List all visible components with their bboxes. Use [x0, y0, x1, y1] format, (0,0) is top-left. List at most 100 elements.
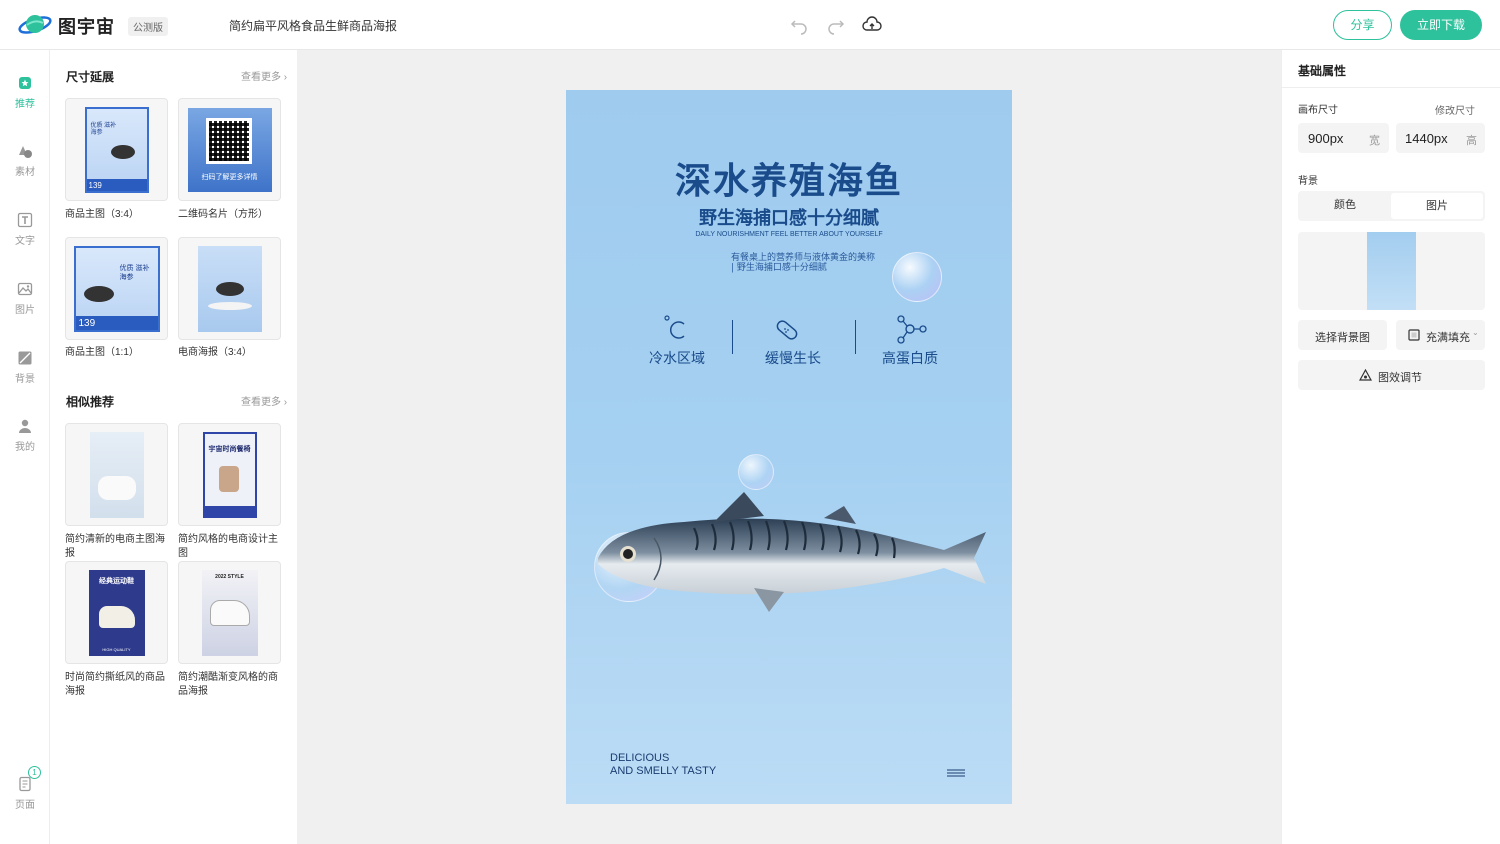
recommend-icon [19, 77, 31, 89]
nav-label: 推荐 [15, 99, 35, 110]
modify-size-link[interactable]: 修改尺寸 [1435, 102, 1475, 117]
pillow-image [97, 475, 136, 500]
bubble-decoration [738, 454, 774, 490]
top-bar: 图宇宙 公测版 简约扁平风格食品生鲜商品海报 分享 立即下载 [0, 0, 1500, 50]
logo-icon[interactable] [18, 12, 52, 38]
effect-adjust-button[interactable]: 图效调节 [1298, 360, 1485, 390]
sea-cucumber-image [215, 281, 244, 296]
choose-background-button[interactable]: 选择背景图 [1298, 320, 1387, 350]
thumb-title: 经典运动鞋 [99, 577, 134, 585]
poster-title[interactable]: 深水养殖海鱼 [566, 152, 1012, 204]
height-unit: 高 [1466, 135, 1477, 147]
molecule-icon [897, 315, 927, 344]
nav-pages[interactable]: 页面 [0, 776, 50, 811]
chevron-down-icon: ⌄ [1472, 328, 1479, 337]
thumb-price: 139 [88, 180, 102, 190]
width-value: 900px [1308, 131, 1344, 146]
background-thumbnail [1367, 232, 1416, 310]
background-icon [18, 351, 32, 365]
nav-label: 我的 [15, 442, 35, 453]
qr-code-icon [205, 117, 252, 164]
poster-english-line[interactable]: DAILY NOURISHMENT FEEL BETTER ABOUT YOUR… [566, 231, 1012, 238]
template-panel: 尺寸延展 查看更多 › 优质 滋补海参 139 商品主图（3:4） 扫码了解更多… [50, 50, 297, 844]
similar-caption: 简约潮酷渐变风格的商品海报 [178, 672, 278, 697]
similar-thumb-4[interactable]: 2022 STYLE [178, 561, 281, 664]
tab-image[interactable]: 图片 [1391, 193, 1483, 219]
feature-label[interactable]: 高蛋白质 [860, 348, 960, 368]
similar-more-link[interactable]: 查看更多 › [241, 393, 287, 408]
app-name[interactable]: 图宇宙 [58, 13, 115, 39]
size-section-title: 尺寸延展 [66, 70, 115, 84]
nav-material[interactable]: 素材 [0, 143, 50, 178]
thumb-title: 优质 滋补海参 [119, 264, 150, 281]
nav-label: 素材 [15, 167, 35, 178]
download-button[interactable]: 立即下载 [1400, 10, 1482, 40]
page-count-badge: 1 [28, 766, 41, 779]
feature-label[interactable]: 冷水区域 [627, 348, 727, 368]
beta-badge: 公测版 [128, 17, 168, 36]
tab-color[interactable]: 颜色 [1298, 191, 1392, 219]
width-unit: 宽 [1369, 135, 1380, 147]
mackerel-image[interactable] [594, 488, 992, 618]
share-button[interactable]: 分享 [1333, 10, 1392, 40]
poster-description[interactable]: 有餐桌上的营养师与液体黄金的美称 | 野生海捕口感十分细腻 [731, 253, 875, 273]
size-thumb-product-1-1[interactable]: 优质 滋补海参 139 [65, 237, 168, 340]
poster-tagline[interactable]: DELICIOUS AND SMELLY TASTY [610, 752, 716, 778]
nav-mine[interactable]: 我的 [0, 418, 50, 453]
user-icon [19, 419, 31, 433]
similar-thumb-2[interactable]: 宇宙时尚餐椅 [178, 423, 281, 526]
sea-cucumber-image [83, 285, 114, 302]
similar-caption: 简约风格的电商设计主图 [178, 534, 278, 559]
nav-recommend[interactable]: 推荐 [0, 75, 50, 110]
thumb-qr-text: 扫码了解更多详情 [201, 173, 258, 181]
nav-text[interactable]: 文字 [0, 212, 50, 247]
thumb-title: 宇宙时尚餐椅 [208, 445, 251, 453]
height-value: 1440px [1405, 131, 1448, 146]
chevron-right-icon: › [283, 72, 288, 83]
similar-section-title: 相似推荐 [66, 395, 115, 409]
poster-canvas[interactable]: 深水养殖海鱼 野生海捕口感十分细腻 DAILY NOURISHMENT FEEL… [566, 90, 1012, 804]
background-preview[interactable] [1298, 232, 1485, 310]
sneaker-image [209, 599, 250, 626]
shapes-icon [19, 146, 32, 158]
nav-label: 图片 [15, 305, 35, 316]
similar-caption: 简约清新的电商主图海报 [65, 534, 165, 559]
bubble-decoration [892, 252, 942, 302]
size-more-link[interactable]: 查看更多 › [241, 68, 287, 83]
document-title[interactable]: 简约扁平风格食品生鲜商品海报 [229, 17, 397, 34]
size-caption: 二维码名片（方形） [178, 209, 268, 220]
text-icon [17, 212, 33, 228]
effect-icon [1359, 369, 1372, 381]
pages-icon [19, 776, 31, 792]
size-caption: 电商海报（3:4） [178, 347, 252, 358]
thumb-title: 2022 STYLE [215, 573, 244, 580]
bandage-icon [776, 320, 798, 340]
properties-header: 基础属性 [1282, 50, 1500, 88]
canvas-size-label: 画布尺寸 [1298, 105, 1338, 116]
size-thumb-qr-card[interactable]: 扫码了解更多详情 [178, 98, 281, 201]
size-caption: 商品主图（1:1） [65, 347, 139, 358]
thumb-price: 139 [78, 317, 96, 329]
size-thumb-product-3-4[interactable]: 优质 滋补海参 139 [65, 98, 168, 201]
feature-label[interactable]: 缓慢生长 [743, 348, 843, 368]
image-icon [17, 282, 33, 296]
poster-subtitle[interactable]: 野生海捕口感十分细腻 [566, 204, 1012, 230]
height-field[interactable]: 1440px 高 [1396, 123, 1485, 153]
width-field[interactable]: 900px 宽 [1298, 123, 1389, 153]
celsius-icon [664, 315, 685, 339]
undo-icon[interactable] [789, 15, 809, 35]
similar-thumb-3[interactable]: 经典运动鞋 HIGH QUALITY [65, 561, 168, 664]
size-caption: 商品主图（3:4） [65, 209, 139, 220]
similar-thumb-1[interactable] [65, 423, 168, 526]
redo-icon[interactable] [826, 15, 846, 35]
cloud-upload-icon[interactable] [862, 15, 882, 35]
sea-cucumber-image [110, 144, 135, 159]
similar-caption: 时尚简约撕纸风的商品海报 [65, 672, 165, 697]
nav-background[interactable]: 背景 [0, 350, 50, 385]
chair-image [218, 465, 239, 492]
fill-mode-select[interactable]: 充满填充 ⌄ [1396, 320, 1485, 350]
left-nav: 推荐 素材 文字 图片 背景 我的 页面 1 [0, 50, 50, 844]
size-thumb-ecommerce-poster[interactable] [178, 237, 281, 340]
nav-image[interactable]: 图片 [0, 281, 50, 316]
thumb-title: 优质 滋补海参 [90, 122, 117, 136]
